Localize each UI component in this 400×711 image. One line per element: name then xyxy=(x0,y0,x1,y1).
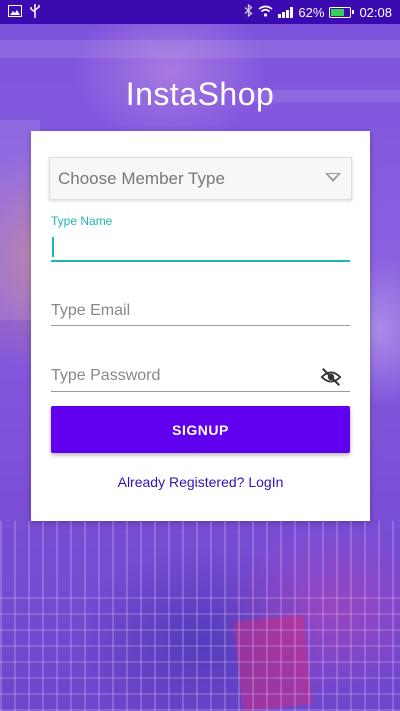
member-type-dropdown[interactable]: Choose Member Type xyxy=(49,157,352,200)
toggle-password-visibility-icon[interactable] xyxy=(320,366,342,388)
wifi-icon xyxy=(258,5,273,20)
password-field[interactable] xyxy=(51,360,350,392)
name-field[interactable] xyxy=(51,229,350,262)
login-link[interactable]: Already Registered? LogIn xyxy=(31,474,370,490)
name-field-label: Type Name xyxy=(51,214,113,228)
status-bar: 62% 02:08 xyxy=(0,0,400,24)
email-input[interactable] xyxy=(51,295,350,326)
bluetooth-icon xyxy=(244,3,253,20)
clock: 02:08 xyxy=(359,4,392,20)
name-input[interactable] xyxy=(51,229,350,262)
member-type-selected: Choose Member Type xyxy=(58,168,225,188)
signup-button[interactable]: SIGNUP xyxy=(51,406,350,453)
app-title: InstaShop xyxy=(125,76,275,112)
signal-icon xyxy=(278,6,294,18)
battery-icon xyxy=(329,6,355,18)
usb-icon xyxy=(30,3,40,21)
signup-card: Choose Member Type Type Name SIGNUP Alre… xyxy=(31,131,370,521)
password-input[interactable] xyxy=(51,360,350,392)
text-cursor xyxy=(52,237,54,257)
dropdown-arrow-icon xyxy=(325,173,341,182)
battery-percent: 62% xyxy=(298,4,325,20)
email-field[interactable] xyxy=(51,295,350,326)
image-icon xyxy=(8,4,22,20)
